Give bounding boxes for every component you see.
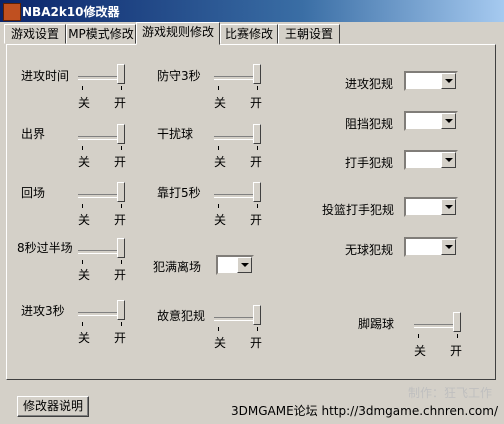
out-of-bounds-slider[interactable] xyxy=(78,122,128,150)
slider-off-label: 关 xyxy=(414,344,427,358)
slider-tick xyxy=(82,146,83,150)
slider-tick xyxy=(257,146,258,150)
slider-off-label: 关 xyxy=(214,213,227,227)
kicked-ball-slider[interactable] xyxy=(414,310,464,338)
slider-on-label: 开 xyxy=(250,213,263,227)
eight-second-slider[interactable] xyxy=(78,236,128,264)
slider-on-label: 开 xyxy=(114,213,127,227)
combo-label: 打手犯规 xyxy=(345,156,394,170)
foul-out-combo[interactable] xyxy=(216,255,254,275)
slider-label: 8秒过半场 xyxy=(17,241,73,255)
slider-thumb[interactable] xyxy=(453,312,461,332)
slider-off-label: 关 xyxy=(214,155,227,169)
tab-dynasty[interactable]: 王朝设置 xyxy=(278,24,340,44)
blocking-foul-combo[interactable] xyxy=(404,111,458,131)
slider-tick xyxy=(82,86,83,90)
slider-on-label: 开 xyxy=(450,344,463,358)
slider-label: 进攻时间 xyxy=(21,69,70,83)
slider-on-label: 开 xyxy=(250,96,263,110)
slider-thumb[interactable] xyxy=(117,182,125,202)
slider-label: 出界 xyxy=(21,127,46,141)
shot-clock-slider[interactable] xyxy=(78,62,128,90)
intentional-foul-slider[interactable] xyxy=(214,303,264,331)
slider-tick xyxy=(121,204,122,208)
title-bar: NBA2k10修改器 xyxy=(0,0,504,22)
slider-tick xyxy=(121,260,122,264)
slider-thumb[interactable] xyxy=(117,238,125,258)
slider-tick xyxy=(257,86,258,90)
slider-on-label: 开 xyxy=(114,331,127,345)
combo-label: 投篮打手犯规 xyxy=(322,203,395,217)
post-5sec-slider[interactable] xyxy=(214,180,264,208)
shooting-foul-combo[interactable] xyxy=(404,197,458,217)
slider-label: 回场 xyxy=(21,186,46,200)
slider-label: 靠打5秒 xyxy=(157,186,201,200)
slider-tick xyxy=(418,334,419,338)
slider-on-label: 开 xyxy=(114,155,127,169)
slider-off-label: 关 xyxy=(78,331,91,345)
slider-thumb[interactable] xyxy=(253,64,261,84)
slider-label: 防守3秒 xyxy=(157,69,201,83)
slider-tick xyxy=(218,327,219,331)
slider-tick xyxy=(457,334,458,338)
tab-match[interactable]: 比赛修改 xyxy=(220,24,278,44)
combo-label: 犯满离场 xyxy=(153,260,202,274)
slider-thumb[interactable] xyxy=(117,300,125,320)
window-title: NBA2k10修改器 xyxy=(22,5,120,19)
slider-tick xyxy=(257,327,258,331)
goaltending-slider[interactable] xyxy=(214,122,264,150)
backcourt-slider[interactable] xyxy=(78,180,128,208)
offensive-foul-combo[interactable] xyxy=(404,71,458,91)
combo-label: 进攻犯规 xyxy=(345,77,394,91)
slider-tick xyxy=(257,204,258,208)
help-button[interactable]: 修改器说明 xyxy=(17,396,89,417)
slider-tick xyxy=(82,260,83,264)
off-ball-foul-combo[interactable] xyxy=(404,237,458,257)
defensive-3sec-slider[interactable] xyxy=(214,62,264,90)
slider-off-label: 关 xyxy=(78,213,91,227)
slider-off-label: 关 xyxy=(78,155,91,169)
credit-text: 制作：狂飞工作 xyxy=(407,386,492,400)
slider-on-label: 开 xyxy=(250,155,263,169)
slider-off-label: 关 xyxy=(78,96,91,110)
slider-off-label: 关 xyxy=(214,96,227,110)
slider-tick xyxy=(82,204,83,208)
slider-thumb[interactable] xyxy=(253,305,261,325)
slider-tick xyxy=(121,322,122,326)
chevron-down-icon[interactable] xyxy=(441,199,456,215)
chevron-down-icon[interactable] xyxy=(441,113,456,129)
slider-thumb[interactable] xyxy=(253,124,261,144)
slider-thumb[interactable] xyxy=(117,64,125,84)
chevron-down-icon[interactable] xyxy=(441,73,456,89)
slider-off-label: 关 xyxy=(214,336,227,350)
slider-on-label: 开 xyxy=(250,336,263,350)
offensive-3sec-slider[interactable] xyxy=(78,298,128,326)
slider-tick xyxy=(218,86,219,90)
slider-label: 故意犯规 xyxy=(157,309,206,323)
slider-tick xyxy=(82,322,83,326)
combo-label: 阻挡犯规 xyxy=(345,117,394,131)
slider-tick xyxy=(218,204,219,208)
tab-game-settings[interactable]: 游戏设置 xyxy=(4,24,66,44)
slider-off-label: 关 xyxy=(78,268,91,282)
slider-label: 干扰球 xyxy=(157,127,194,141)
app-icon xyxy=(3,3,21,21)
footer-site: 3DMGAME论坛 http://3dmgame.chnren.com/ xyxy=(230,404,498,418)
slider-tick xyxy=(121,146,122,150)
slider-on-label: 开 xyxy=(114,96,127,110)
slider-thumb[interactable] xyxy=(253,182,261,202)
reach-foul-combo[interactable] xyxy=(404,150,458,170)
slider-tick xyxy=(121,86,122,90)
tab-game-rules[interactable]: 游戏规则修改 xyxy=(136,22,220,45)
tab-mp-mode[interactable]: MP模式修改 xyxy=(66,24,136,44)
slider-tick xyxy=(218,146,219,150)
chevron-down-icon[interactable] xyxy=(441,239,456,255)
chevron-down-icon[interactable] xyxy=(237,257,252,273)
slider-label: 脚踢球 xyxy=(358,317,395,331)
combo-label: 无球犯规 xyxy=(345,243,394,257)
slider-thumb[interactable] xyxy=(117,124,125,144)
slider-label: 进攻3秒 xyxy=(21,304,65,318)
chevron-down-icon[interactable] xyxy=(441,152,456,168)
slider-on-label: 开 xyxy=(114,268,127,282)
